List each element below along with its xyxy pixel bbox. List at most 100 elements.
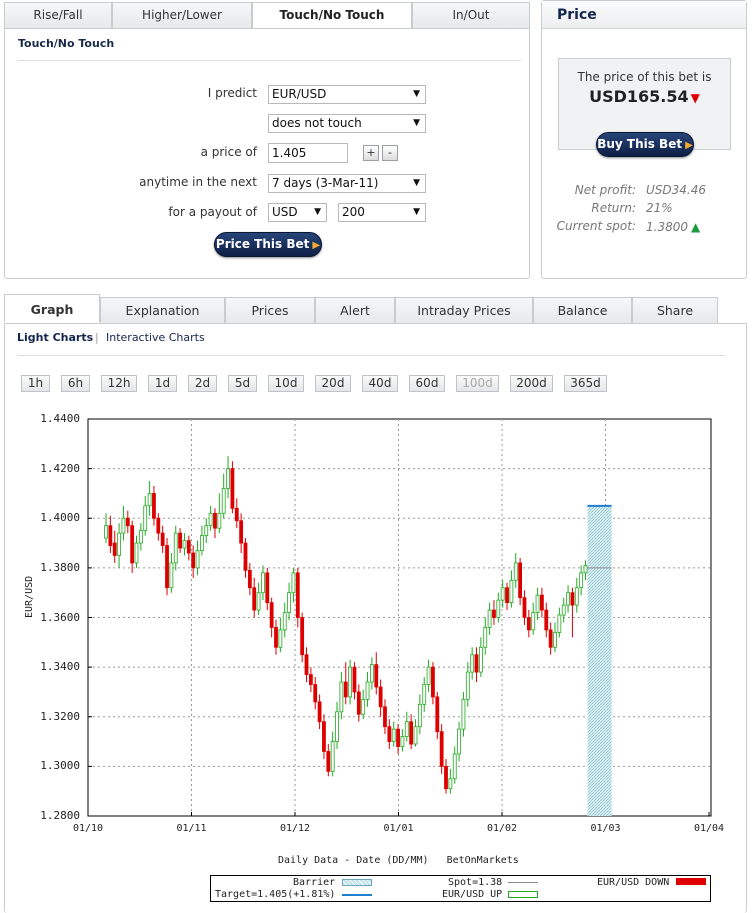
candle-up [199,535,204,551]
candle-down [125,517,130,527]
candle-up [583,564,588,574]
y-tick-label: 1.4000 [40,511,80,525]
candle-up [513,562,518,581]
candle-down [186,540,191,554]
candle-up [500,587,505,601]
candle-up [217,512,222,529]
legend-spot: Spot=1.38 [448,877,503,888]
price-chart [87,418,712,817]
candle-down [374,664,379,688]
legend-barrier: Barrier [293,877,336,888]
candle-down [239,520,244,544]
candle-up [452,753,457,780]
candle-up [370,664,374,683]
candle-down [492,609,496,618]
candle-up [221,488,226,514]
candle-up [365,681,370,700]
candle-down [526,617,531,631]
candle-down [570,592,575,606]
y-tick-label: 1.3400 [40,660,80,674]
barrier-overlay [587,504,612,816]
candle-up [413,726,418,745]
candle-down [518,562,523,599]
candle-down [409,721,414,745]
y-tick-label: 1.3800 [40,560,80,574]
candle-down [522,597,527,618]
y-tick-label: 1.3000 [40,759,80,773]
candle-up [574,587,579,606]
legend-up-swatch [508,891,538,898]
candle-down [378,686,383,708]
candle-up [487,609,492,628]
candle-down [356,691,361,715]
candle-down [295,572,300,618]
candle-up [426,666,431,685]
candle-up [282,612,287,631]
candle-down [313,684,318,703]
candle-down [230,468,235,509]
x-tick-label: 01/03 [590,823,621,834]
candle-up [509,579,514,604]
x-tick-label: 01/12 [279,823,311,834]
candle-down [304,654,309,675]
candle-up [287,592,291,613]
legend-down: EUR/USD DOWN [597,877,670,888]
candle-down [444,765,448,790]
legend-down-swatch [676,878,706,885]
candle-down [474,654,479,673]
candle-down [213,512,217,529]
candle-down [317,701,322,723]
candle-up [478,646,483,673]
candle-down [387,726,392,742]
candle-down [431,666,435,698]
candle-up [404,721,409,738]
candle-up [339,681,344,713]
x-tick-label: 01/04 [693,823,725,834]
candle-up [579,572,584,589]
candle-up [422,684,427,705]
candle-up [348,666,353,698]
candle-up [143,505,148,532]
candle-up [470,654,475,673]
barrier-area [587,505,612,816]
candle-down [540,594,544,611]
legend-barrier-swatch [342,879,372,886]
candle-up [226,468,230,489]
candle-up [256,592,261,611]
candle-up [208,512,213,527]
candle-up [465,671,470,700]
candle-down [152,493,156,519]
candle-down [269,602,274,628]
candle-up [335,711,339,742]
legend-spot-swatch [508,882,538,883]
candle-down [160,532,165,546]
candle-up [261,572,265,594]
candle-down [247,569,252,589]
candle-down [252,587,257,611]
candle-down [435,696,440,733]
candle-up [391,728,396,742]
chart-legend: Barrier Target=1.405(+1.81%) Spot=1.38 E… [210,875,711,902]
candle-down [112,542,117,556]
candle-down [439,731,444,767]
x-axis-label: Daily Data - Date (DD/MM) BetOnMarkets [278,855,519,866]
legend-up: EUR/USD UP [442,889,503,900]
candle-down [178,532,183,549]
candle-up [557,614,562,633]
candle-up [553,631,557,648]
candle-up [173,532,178,564]
candle-down [544,609,549,631]
y-tick-label: 1.3200 [40,709,80,723]
candle-up [531,612,536,631]
candle-up [117,532,121,556]
candle-up [448,778,453,790]
candle-up [291,572,296,594]
candle-up [330,741,335,772]
candle-down [326,751,331,772]
y-tick-label: 1.2800 [40,809,80,822]
y-axis-label: EUR/USD [24,575,35,618]
candle-up [182,540,187,549]
candle-up [195,550,200,569]
y-tick-label: 1.4200 [40,461,80,475]
legend-target: Target=1.405(+1.81%) [215,889,336,900]
